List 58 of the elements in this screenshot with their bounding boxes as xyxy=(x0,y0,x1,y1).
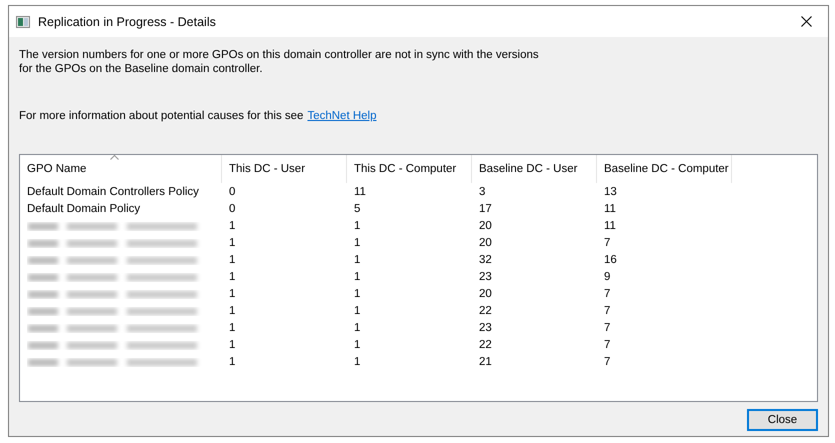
table-cell-text: 20 xyxy=(478,236,493,248)
table-cell-text: 1 xyxy=(228,356,236,368)
table-cell-text: 7 xyxy=(603,338,612,350)
table-cell-text: 1 xyxy=(353,356,362,368)
table-cell-text: 17 xyxy=(478,202,493,214)
window-title: Replication in Progress - Details xyxy=(38,14,217,28)
table-cell-text: 11 xyxy=(353,186,367,198)
table-cell-text: 1 xyxy=(353,322,362,334)
column-header[interactable]: GPO Name xyxy=(20,155,222,183)
table-cell-text: 1 xyxy=(228,288,236,300)
column-header[interactable]: Baseline DC - Computer xyxy=(597,155,732,183)
column-header[interactable]: This DC - User xyxy=(222,155,347,183)
table-cell-text: 1 xyxy=(228,304,236,316)
table-cell-text: 1 xyxy=(353,270,362,282)
table-cell-text: 0 xyxy=(228,186,236,198)
table-cell-text: 23 xyxy=(478,322,493,334)
help-text: For more information about potential causes for this see xyxy=(19,110,304,122)
close-dialog-button[interactable]: Close xyxy=(747,409,818,431)
table-cell-text: 20 xyxy=(478,220,493,232)
table-cell-text: 11 xyxy=(603,220,617,232)
column-header[interactable]: Baseline DC - User xyxy=(472,155,597,183)
table-cell-text: 1 xyxy=(228,322,236,334)
table-cell-text: 1 xyxy=(228,220,236,232)
table-cell-text: 20 xyxy=(478,288,493,300)
table-cell-text: 22 xyxy=(478,304,493,316)
table-cell-text: 11 xyxy=(603,202,617,214)
table-cell-text: 1 xyxy=(353,254,362,266)
table-cell-text: 16 xyxy=(603,254,618,266)
window-icon xyxy=(16,16,30,28)
table-cell-text: 9 xyxy=(603,270,612,282)
table-cell-text: 3 xyxy=(478,186,486,198)
table-cell-text: 1 xyxy=(228,270,236,282)
table-cell-text: 5 xyxy=(353,202,362,214)
table-cell-text: 7 xyxy=(603,356,612,368)
table-cell-text: 32 xyxy=(478,254,493,266)
close-icon xyxy=(800,16,812,27)
column-header[interactable]: This DC - Computer xyxy=(347,155,472,183)
table-cell-text: 22 xyxy=(478,338,493,350)
table-cell-text: 13 xyxy=(603,186,618,198)
table-cell-text: 1 xyxy=(353,236,362,248)
table-cell-text: 1 xyxy=(353,304,362,316)
table-cell-text: 0 xyxy=(228,202,236,214)
message-text: The version numbers for one or more GPOs on this domain controller are not in sync with the versions for the GPOs on the Baseline domain controller. xyxy=(19,48,539,76)
table-cell-text: Default Domain Policy xyxy=(26,202,142,214)
table-cell-text: 1 xyxy=(353,220,362,232)
table-cell-text: 7 xyxy=(603,288,612,300)
table-cell-text: 1 xyxy=(228,338,236,350)
table-cell-text: 1 xyxy=(228,254,236,266)
table-cell-text: Default Domain Controllers Policy xyxy=(26,186,200,198)
help-link[interactable]: TechNet Help xyxy=(307,110,376,122)
table-cell-text: 1 xyxy=(353,338,362,350)
table-cell-text: 7 xyxy=(603,322,612,334)
table-cell-text: 21 xyxy=(478,356,493,368)
table-cell-text: 1 xyxy=(353,288,362,300)
table-cell-text: 1 xyxy=(228,236,236,248)
table-cell-text: 7 xyxy=(603,304,612,316)
table-cell-text: 23 xyxy=(478,270,493,282)
table-cell-text: 7 xyxy=(603,236,612,248)
